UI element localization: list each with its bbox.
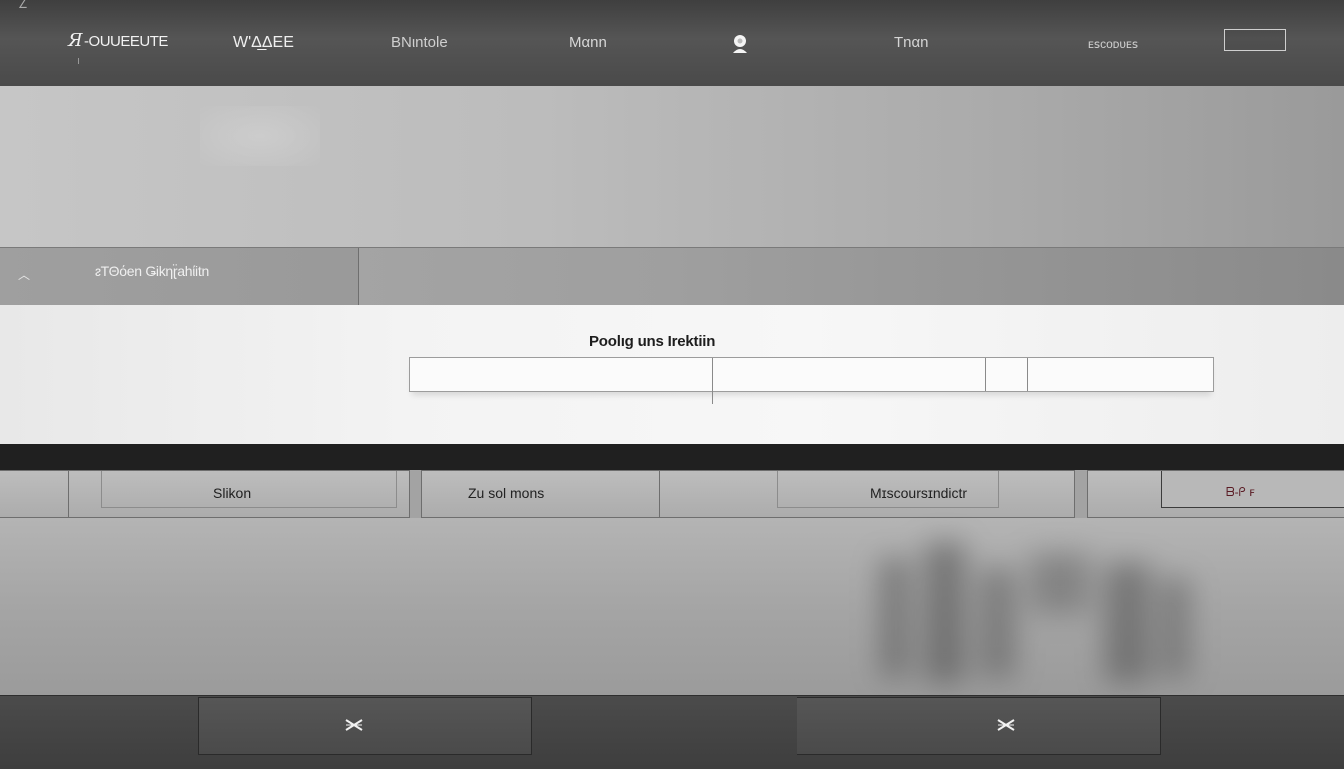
sub-toolbar-section[interactable]: ︿ ᴤΤΘόen Ǥikηɽ̈ahίitn <box>0 248 359 306</box>
tab-2[interactable]: Zu sol mons <box>421 470 660 518</box>
footer-bar <box>0 695 1344 769</box>
logo-mark: Я <box>68 30 83 51</box>
close-icon <box>997 719 1015 731</box>
nav-item-4[interactable]: Tnαn <box>894 34 929 51</box>
tab-3[interactable]: Mɪscoursɪndictr <box>659 470 1075 518</box>
tab-label: ᗷ-ᑭ ꜰ <box>1226 485 1255 499</box>
corner-glyph-icon: ∠ <box>18 0 28 11</box>
footer-button-left[interactable] <box>198 697 532 755</box>
nav-item-3[interactable]: Mαnn <box>569 34 607 51</box>
logo[interactable]: Я -OUUEEUTE <box>68 30 168 64</box>
form-panel: Poolıg uns Irektiin <box>0 305 1344 444</box>
divider-strip <box>0 444 1344 470</box>
sub-toolbar-label: ᴤΤΘόen Ǥikηɽ̈ahίitn <box>95 263 209 279</box>
nav-item-5[interactable]: ᴇꜱᴄᴏᴅᴜᴇꜱ <box>1088 37 1138 51</box>
field-divider <box>985 358 986 391</box>
top-navigation-bar: ∠ Я -OUUEEUTE W'Δ̲ΔΕΕ ΒΝιntole Mαnn Tnαn … <box>0 0 1344 87</box>
footer-button-right[interactable] <box>797 697 1161 755</box>
panel-title: Poolıg uns Irektiin <box>589 333 716 350</box>
user-avatar-icon[interactable] <box>730 33 750 55</box>
tab-label: Mɪscoursɪndictr <box>870 485 968 501</box>
nav-item-2[interactable]: ΒΝιntole <box>391 34 448 51</box>
tab-1[interactable]: Slikon <box>68 470 410 518</box>
tab-empty[interactable] <box>0 470 69 518</box>
input-field-row[interactable] <box>409 357 1214 404</box>
nav-item-1[interactable]: W'Δ̲ΔΕΕ <box>233 34 294 52</box>
close-icon <box>345 719 363 731</box>
hero-banner <box>0 86 1344 247</box>
field-divider <box>712 358 713 404</box>
tab-row: Slikon Zu sol mons Mɪscoursɪndictr ᗷ-ᑭ ꜰ <box>0 470 1344 518</box>
chevron-icon[interactable]: ︿ <box>18 266 30 283</box>
tab-label: Slikon <box>213 485 252 501</box>
logo-tick <box>78 58 79 64</box>
blurred-image <box>880 543 1190 683</box>
tab-label: Zu sol mons <box>468 485 545 501</box>
header-search-box[interactable] <box>1224 29 1286 51</box>
sub-toolbar: ︿ ᴤΤΘόen Ǥikηɽ̈ahίitn <box>0 247 1344 307</box>
content-area <box>0 518 1344 695</box>
logo-text: -OUUEEUTE <box>84 33 168 50</box>
field-divider <box>1027 358 1028 391</box>
tab-4[interactable]: ᗷ-ᑭ ꜰ <box>1087 470 1344 518</box>
